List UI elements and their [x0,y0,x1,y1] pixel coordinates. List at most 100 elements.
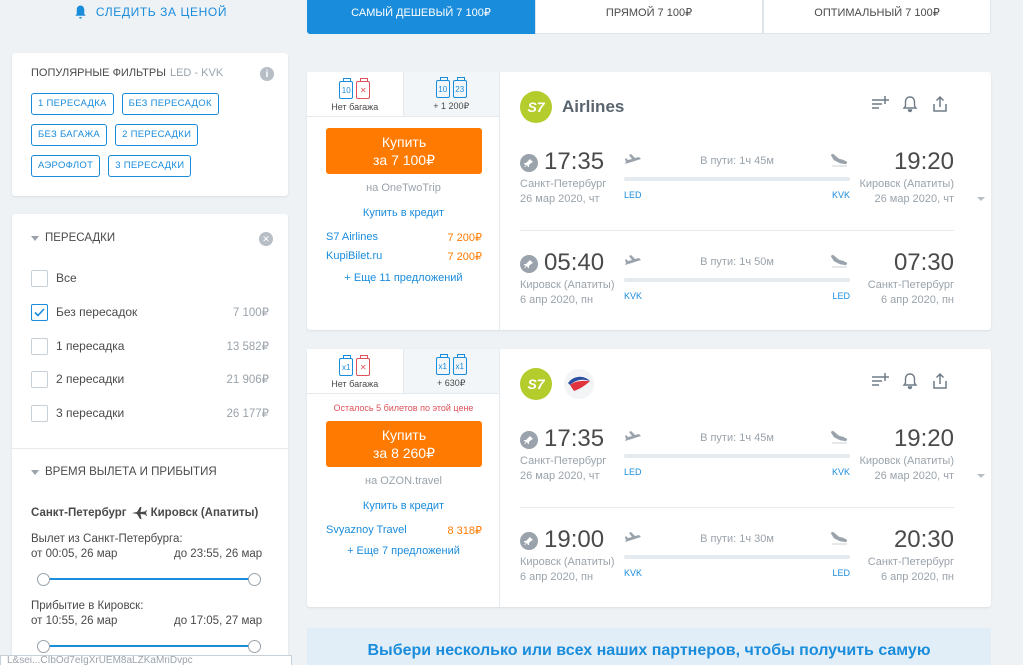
share-icon[interactable] [931,95,949,113]
departure-date: 6 апр 2020, пн [520,294,594,306]
stops-option-label: Все [56,271,77,285]
arrival-date: 6 апр 2020, пн [880,294,954,306]
bell-icon[interactable] [901,95,919,113]
departure-range-slider[interactable] [37,573,261,586]
flight-duration: В пути: 1ч 45м [700,432,774,444]
watch-price-button[interactable]: СЛЕДИТЬ ЗА ЦЕНОЙ [12,0,288,34]
departure-city: Санкт-Петербург [520,455,607,467]
departure-iata: KVK [624,291,643,301]
sort-tabs: САМЫЙ ДЕШЕВЫЙ 7 100₽ ПРЯМОЙ 7 100₽ ОПТИМ… [307,0,991,34]
pin-icon[interactable] [520,154,538,172]
pin-icon[interactable] [520,532,538,550]
flight-line [624,177,850,181]
arrival-time: 19:20 [893,148,954,175]
arrival-date: 6 апр 2020, пн [880,571,954,583]
flight-segment: 19:00 Кировск (Апатиты) 6 апр 2020, пн В… [520,526,954,594]
baggage-tab-label: Нет багажа [331,379,379,389]
arrival-from: от 10:55, 26 мар [31,615,118,627]
ticket-card: x1 ✕ Нет багажа x1 x1 + 630₽ Осталось 5 … [307,349,991,607]
ticket-card: 10 ✕ Нет багажа 10 23 + 1 200₽ Купить за… [307,72,991,330]
checkbox[interactable] [31,370,48,388]
checkbox[interactable] [31,269,48,287]
offer-row[interactable]: Svyaznoy Travel 8 318₽ [326,524,482,537]
arrival-iata: KVK [831,190,850,200]
stops-option-all[interactable]: Все [31,269,269,287]
chip-2-stops[interactable]: 2 ПЕРЕСАДКИ [115,124,199,146]
stops-option-1[interactable]: 1 пересадка 13 582₽ [31,337,269,355]
s7-logo: S7 [520,368,552,400]
chip-1-stop[interactable]: 1 ПЕРЕСАДКА [31,93,114,115]
pin-icon[interactable] [520,431,538,449]
chip-3-stops[interactable]: 3 ПЕРЕСАДКИ [108,155,192,177]
buy-button[interactable]: Купить за 7 100₽ [326,128,482,174]
landing-icon [830,254,848,268]
tab-optimal[interactable]: ОПТИМАЛЬНЫЙ 7 100₽ [763,0,991,34]
baggage-tab-none[interactable]: 10 ✕ Нет багажа [307,72,403,116]
range-track [37,645,261,647]
offer-price: 8 318₽ [447,525,482,537]
tab-direct[interactable]: ПРЯМОЙ 7 100₽ [535,0,763,34]
range-handle-end[interactable] [248,640,261,653]
popular-filters-title-text: ПОПУЛЯРНЫЕ ФИЛЬТРЫ [31,67,166,79]
flight-segment: 17:35 Санкт-Петербург 26 мар 2020, чт В … [520,148,955,216]
flight-line [624,454,850,458]
ticket-actions [871,95,949,113]
tab-cheapest[interactable]: САМЫЙ ДЕШЕВЫЙ 7 100₽ [307,0,535,34]
checkbox[interactable] [31,337,48,355]
landing-icon [830,531,848,545]
stops-option-nonstop[interactable]: Без пересадок 7 100₽ [31,303,269,321]
baggage-tab-with-bag[interactable]: x1 x1 + 630₽ [402,349,499,393]
chip-no-baggage[interactable]: БЕЗ БАГАЖА [31,124,108,146]
more-offers-link[interactable]: + Еще 7 предложений [307,545,500,557]
checkbox[interactable] [31,404,48,422]
plane-icon [131,507,147,519]
popular-filters-panel: ПОПУЛЯРНЫЕ ФИЛЬТРЫ LED - KVK i 1 ПЕРЕСАД… [12,53,288,196]
arrival-range-slider[interactable] [37,640,261,653]
time-filter-title: ВРЕМЯ ВЫЛЕТА И ПРИБЫТИЯ [45,466,217,478]
check-icon [34,307,45,317]
stops-option-2[interactable]: 2 пересадки 21 906₽ [31,370,269,388]
info-icon[interactable]: i [260,67,274,81]
route-from: Санкт-Петербург [31,507,127,519]
baggage-tab-none[interactable]: x1 ✕ Нет багажа [307,349,403,393]
pin-icon[interactable] [520,255,538,273]
clear-stops-icon[interactable]: ✕ [259,232,273,246]
baggage-tab-with-bag[interactable]: 10 23 + 1 200₽ [402,72,499,116]
bell-icon[interactable] [901,372,919,390]
add-to-list-icon[interactable] [871,372,889,390]
time-filter-header[interactable]: ВРЕМЯ ВЫЛЕТА И ПРИБЫТИЯ [31,466,217,478]
buy-button[interactable]: Купить за 8 260₽ [326,421,482,467]
chip-nonstop[interactable]: БЕЗ ПЕРЕСАДОК [121,93,219,115]
chip-aeroflot[interactable]: АЭРОФЛОТ [31,155,101,177]
offer-row[interactable]: KupiBilet.ru 7 200₽ [326,250,482,263]
stops-option-price: 21 906₽ [226,374,270,386]
offer-price: 7 200₽ [447,232,482,244]
arrival-city: Санкт-Петербург [867,279,954,291]
expand-chevron-icon[interactable] [977,474,985,478]
range-handle-end[interactable] [248,573,261,586]
add-to-list-icon[interactable] [871,95,889,113]
stops-option-3[interactable]: 3 пересадки 26 177₽ [31,404,269,422]
departure-iata: LED [624,190,642,200]
expand-chevron-icon[interactable] [977,197,985,201]
departure-city: Санкт-Петербург [520,178,607,190]
credit-link[interactable]: Купить в кредит [307,500,500,512]
share-icon[interactable] [931,372,949,390]
departure-time: 17:35 [544,425,605,452]
credit-link[interactable]: Купить в кредит [307,207,500,219]
partners-promo-banner: Выбери несколько или всех наших партнеро… [307,628,991,665]
arrival-date: 26 мар 2020, чт [874,193,955,205]
range-handle-start[interactable] [37,640,50,653]
departure-iata: LED [624,467,642,477]
offer-agency: S7 Airlines [326,231,378,243]
arrival-city: Санкт-Петербург [867,556,954,568]
hash-field[interactable]: L&sei...CIbOd7eIgXrUEM8aLZKaMriDvpc [0,655,292,665]
checkbox-checked[interactable] [31,303,48,321]
range-handle-start[interactable] [37,573,50,586]
stops-option-label: Без пересадок [56,305,138,319]
offer-row[interactable]: S7 Airlines 7 200₽ [326,231,482,244]
departure-time: 19:00 [544,526,605,553]
more-offers-link[interactable]: + Еще 11 предложений [307,272,500,284]
segment-divider [520,230,954,231]
stops-filter-header[interactable]: ПЕРЕСАДКИ [31,232,115,244]
